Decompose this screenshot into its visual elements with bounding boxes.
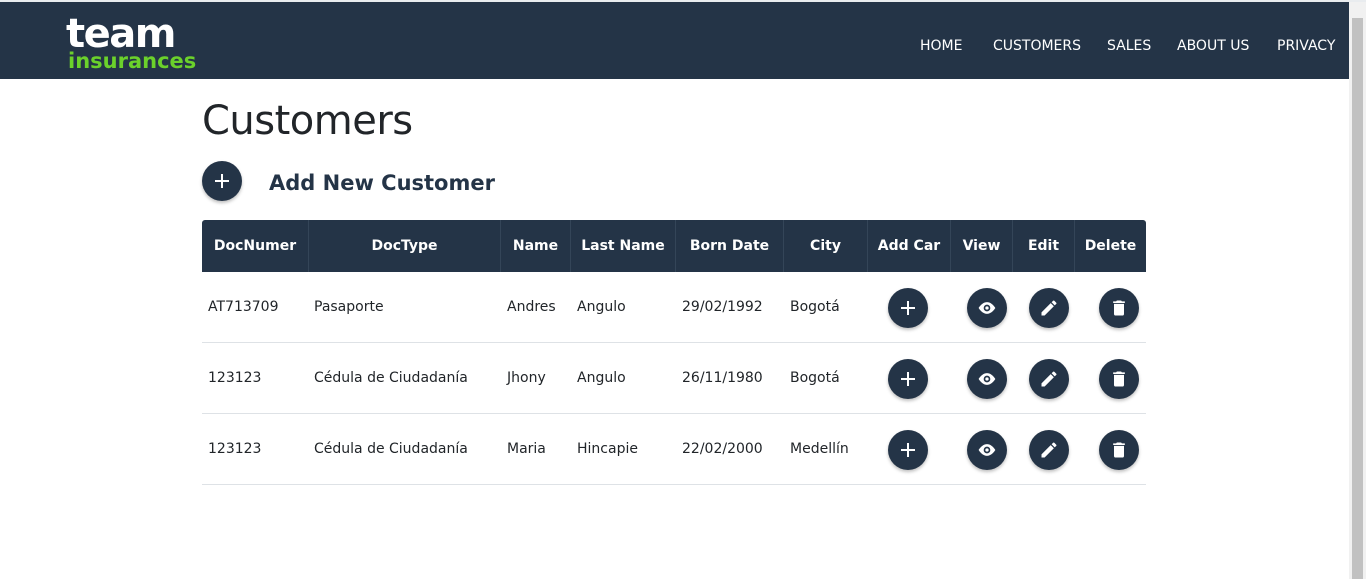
trash-icon (1113, 300, 1125, 316)
brand-logo-insurances: insurances (68, 49, 197, 73)
cell-city: Bogotá (790, 299, 840, 315)
add-car-button[interactable] (888, 430, 928, 470)
cell-born-date: 26/11/1980 (682, 370, 763, 386)
cell-doctype: Cédula de Ciudadanía (314, 441, 468, 457)
view-button[interactable] (967, 430, 1007, 470)
eye-icon (978, 444, 996, 456)
trash-icon (1113, 442, 1125, 458)
cell-city: Bogotá (790, 370, 840, 386)
col-docnumer: DocNumer (202, 220, 309, 272)
cell-docnumber: AT713709 (208, 299, 279, 315)
delete-button[interactable] (1099, 288, 1139, 328)
table-row: AT713709 Pasaporte Andres Angulo 29/02/1… (202, 272, 1146, 343)
eye-icon (978, 302, 996, 314)
delete-button[interactable] (1099, 359, 1139, 399)
add-car-button[interactable] (888, 359, 928, 399)
table-row: 123123 Cédula de Ciudadanía Maria Hincap… (202, 414, 1146, 485)
pencil-icon (1041, 442, 1057, 458)
pencil-icon (1041, 300, 1057, 316)
cell-name: Jhony (507, 370, 546, 386)
navbar: team insurances HOME CUSTOMERS SALES ABO… (0, 2, 1349, 79)
plus-icon (901, 301, 915, 315)
plus-icon (901, 443, 915, 457)
brand-logo[interactable]: team insurances (66, 11, 197, 73)
cell-doctype: Cédula de Ciudadanía (314, 370, 468, 386)
col-view: View (951, 220, 1013, 272)
delete-button[interactable] (1099, 430, 1139, 470)
add-new-customer-button[interactable] (202, 161, 242, 201)
col-born-date: Born Date (676, 220, 784, 272)
cell-docnumber: 123123 (208, 441, 262, 457)
nav-customers[interactable]: CUSTOMERS (993, 38, 1081, 54)
trash-icon (1113, 371, 1125, 387)
brand-logo-team: team (66, 11, 176, 57)
nav-privacy[interactable]: PRIVACY (1277, 38, 1335, 54)
edit-button[interactable] (1029, 288, 1069, 328)
cell-docnumber: 123123 (208, 370, 262, 386)
cell-city: Medellín (790, 441, 849, 457)
col-last-name: Last Name (571, 220, 676, 272)
nav-about-us[interactable]: ABOUT US (1177, 38, 1249, 54)
pencil-icon (1041, 371, 1057, 387)
cell-name: Maria (507, 441, 546, 457)
cell-last-name: Angulo (577, 299, 626, 315)
edit-button[interactable] (1029, 359, 1069, 399)
cell-born-date: 29/02/1992 (682, 299, 763, 315)
page-title: Customers (202, 98, 413, 144)
cell-born-date: 22/02/2000 (682, 441, 763, 457)
scrollbar-thumb[interactable] (1352, 18, 1363, 579)
eye-icon (978, 373, 996, 385)
table-header: DocNumer DocType Name Last Name Born Dat… (202, 220, 1146, 272)
nav-home[interactable]: HOME (920, 38, 962, 54)
view-button[interactable] (967, 359, 1007, 399)
table-row: 123123 Cédula de Ciudadanía Jhony Angulo… (202, 343, 1146, 414)
cell-name: Andres (507, 299, 556, 315)
plus-icon (901, 372, 915, 386)
add-new-customer-label[interactable]: Add New Customer (269, 171, 495, 195)
cell-doctype: Pasaporte (314, 299, 384, 315)
col-name: Name (501, 220, 571, 272)
col-edit: Edit (1013, 220, 1075, 272)
customers-table: DocNumer DocType Name Last Name Born Dat… (202, 220, 1146, 485)
cell-last-name: Angulo (577, 370, 626, 386)
add-car-button[interactable] (888, 288, 928, 328)
col-doctype: DocType (309, 220, 501, 272)
view-button[interactable] (967, 288, 1007, 328)
col-add-car: Add Car (868, 220, 951, 272)
col-delete: Delete (1084, 238, 1137, 254)
plus-icon (215, 174, 229, 188)
col-city: City (784, 220, 868, 272)
nav-sales[interactable]: SALES (1107, 38, 1151, 54)
cell-last-name: Hincapie (577, 441, 638, 457)
edit-button[interactable] (1029, 430, 1069, 470)
